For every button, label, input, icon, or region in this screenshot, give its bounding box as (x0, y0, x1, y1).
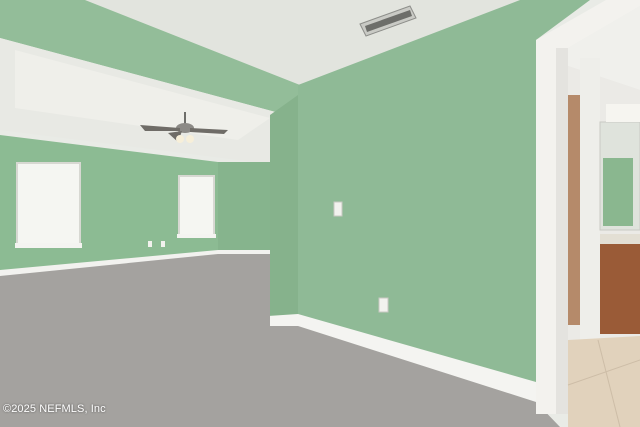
pillar (270, 95, 298, 318)
vanity-counter (600, 234, 640, 244)
pillar-baseboard (268, 314, 298, 326)
bathroom-column (580, 58, 600, 344)
listing-photo: ©2025 NEFMLS, Inc (0, 0, 640, 427)
window-icon (15, 162, 82, 248)
far-right-wall (218, 162, 270, 252)
mirror-reflection (603, 158, 633, 226)
wall-outlet-icon (378, 297, 389, 313)
vanity-light (606, 104, 640, 122)
window-icon (177, 175, 216, 238)
room-scene (0, 0, 640, 427)
vanity-cabinet (600, 242, 640, 334)
shower-door (568, 95, 580, 325)
light-switch-icon (333, 201, 343, 217)
copyright-watermark: ©2025 NEFMLS, Inc (3, 403, 106, 415)
door-frame-edge (556, 48, 568, 414)
